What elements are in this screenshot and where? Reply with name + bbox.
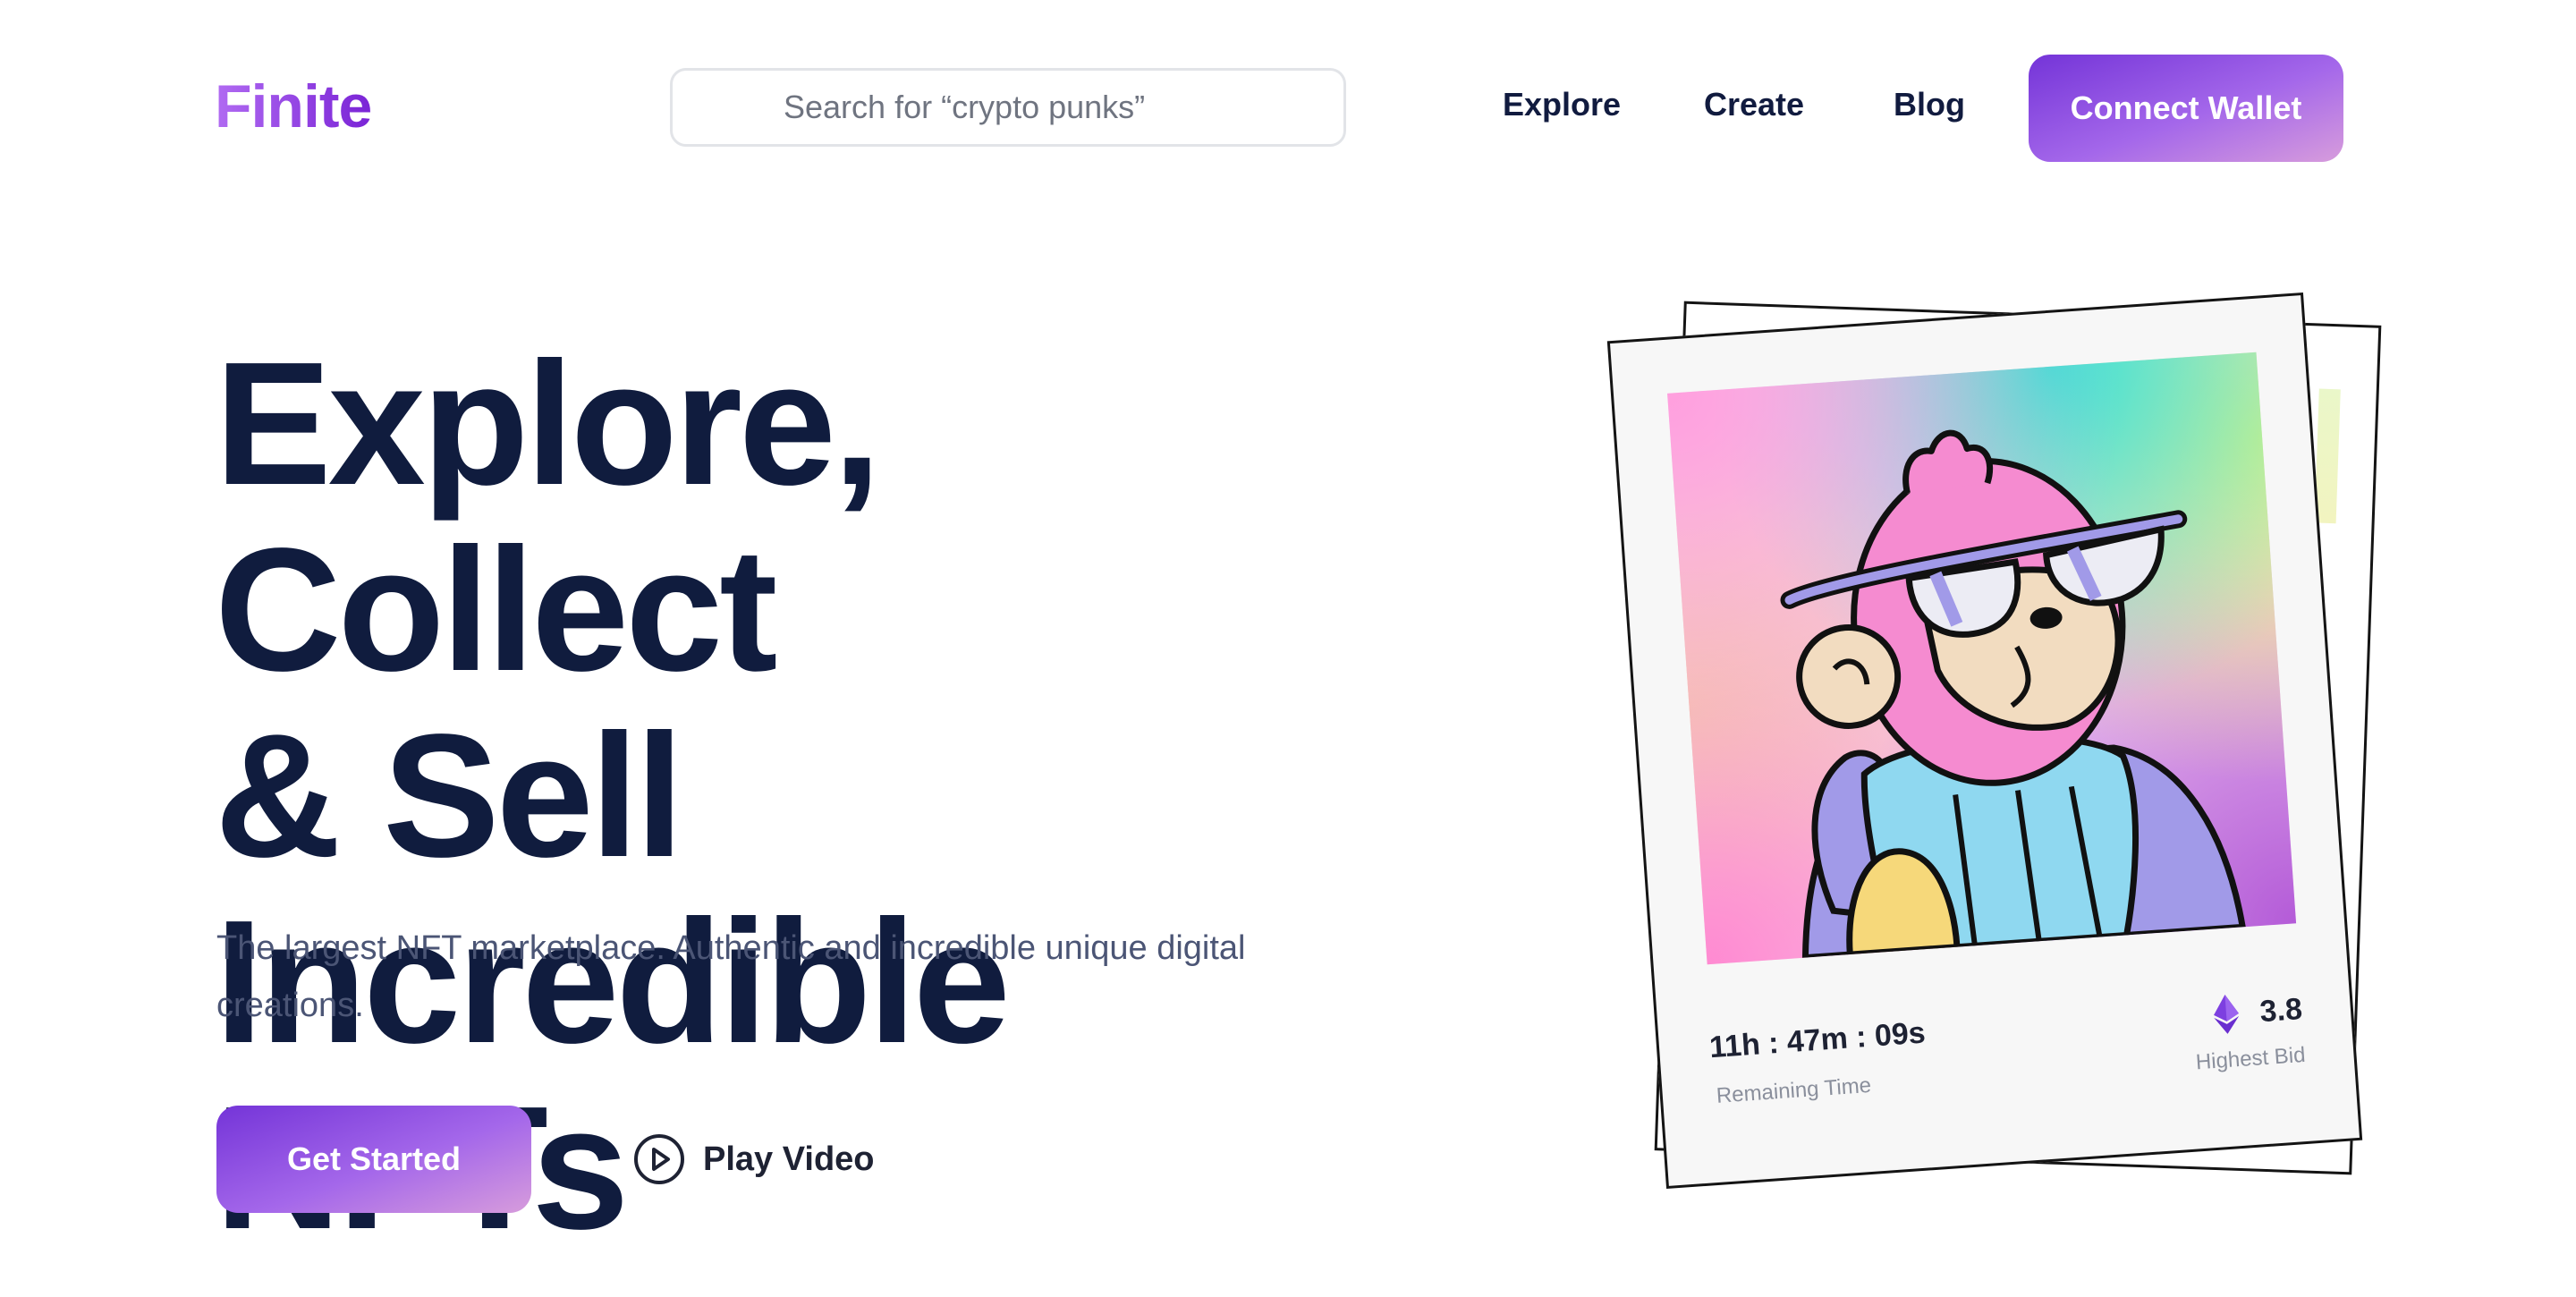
highest-bid-value: 3.8 [2258,991,2304,1029]
hero-subtitle: The largest NFT marketplace. Authentic a… [216,929,1246,1024]
remaining-time: 11h : 47m : 09s [1707,1015,1927,1065]
monkey-illustration [1780,429,2247,962]
connect-wallet-button[interactable]: Connect Wallet [2029,55,2343,162]
ethereum-icon [2213,994,2239,1034]
nft-card[interactable]: 11h : 47m : 09s Remaining Time 3.8 Highe… [1606,292,2363,1190]
remaining-time-label: Remaining Time [1716,1072,1872,1108]
nft-artwork [1667,352,2297,965]
play-video-button[interactable]: Play Video [633,1132,875,1186]
nav-blog[interactable]: Blog [1894,86,1965,123]
nav-explore[interactable]: Explore [1503,86,1621,123]
play-video-label: Play Video [703,1140,875,1178]
highest-bid: 3.8 [2212,989,2303,1035]
hero-title-line: Explore, Collect [215,326,881,708]
nav-create[interactable]: Create [1704,86,1804,123]
highest-bid-label: Highest Bid [2195,1042,2307,1075]
search-bar[interactable] [670,68,1346,147]
logo[interactable]: Finite [215,72,372,141]
get-started-button[interactable]: Get Started [216,1106,531,1213]
search-input[interactable] [673,71,1343,144]
play-circle-icon [634,1134,684,1184]
card-back-artwork-edge [2314,388,2341,524]
